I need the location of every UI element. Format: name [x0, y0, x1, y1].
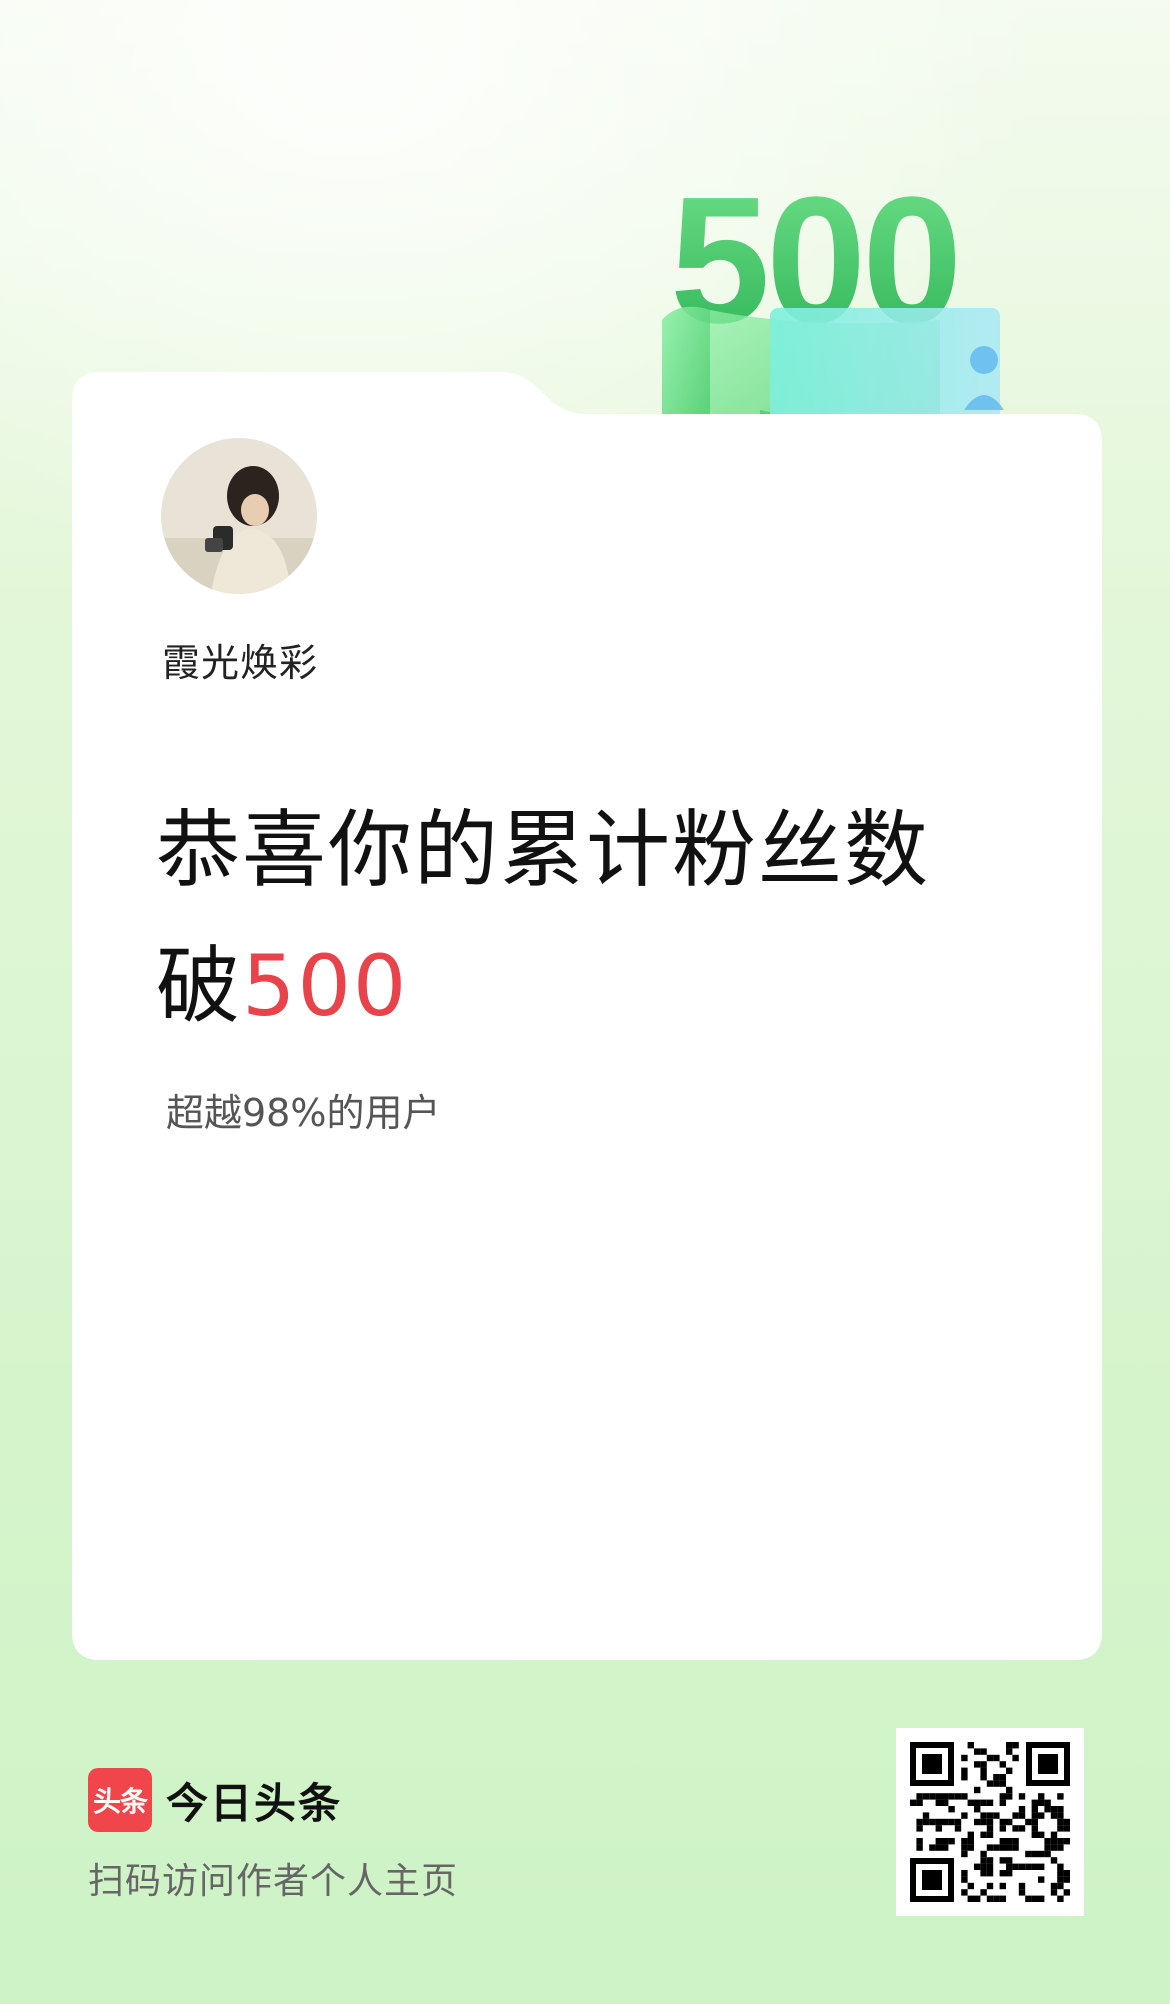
headline-line2: 破500: [156, 918, 930, 1054]
username: 霞光焕彩: [162, 641, 319, 685]
rank-subtext: 超越98%的用户: [166, 1091, 441, 1135]
brand-name: 今日头条: [166, 1778, 343, 1828]
scan-instruction: 扫码访问作者个人主页: [88, 1861, 459, 1902]
headline-prefix: 破: [156, 937, 243, 1035]
headline-line1: 恭喜你的累计粉丝数: [156, 801, 931, 899]
avatar-image: [161, 438, 317, 594]
toutiao-logo-icon: 头条: [88, 1768, 152, 1832]
milestone-card: 霞光焕彩 恭喜你的累计粉丝数 破500 超越98%的用户: [72, 372, 1102, 1660]
user-avatar[interactable]: [161, 438, 317, 594]
congrats-headline: 恭喜你的累计粉丝数 破500: [156, 782, 930, 1054]
follower-count: 500: [242, 937, 409, 1035]
qr-code-icon[interactable]: [896, 1728, 1084, 1916]
brand: 头条 今日头条: [88, 1768, 342, 1832]
